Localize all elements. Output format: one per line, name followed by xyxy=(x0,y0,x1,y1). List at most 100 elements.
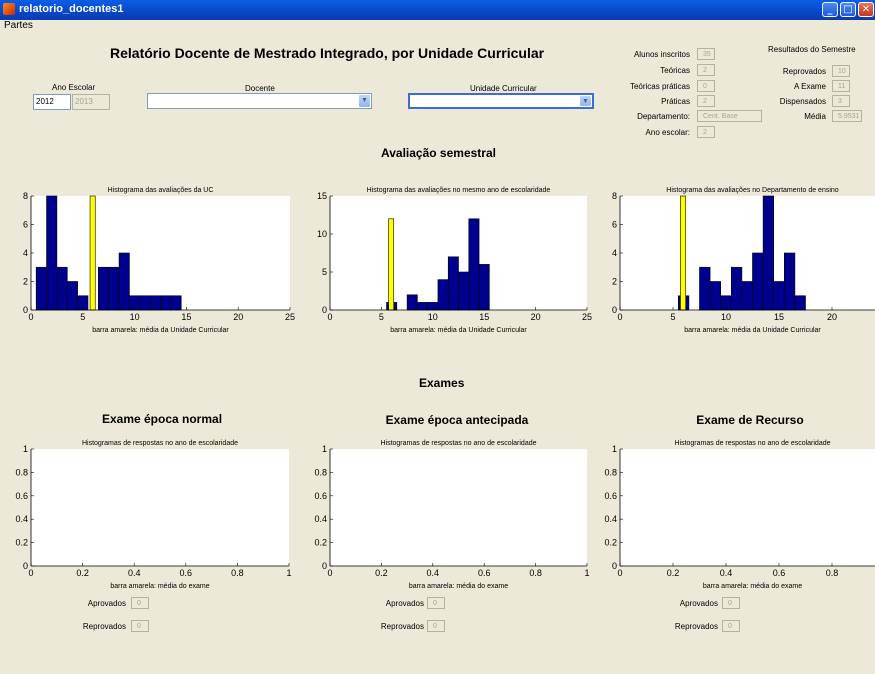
y-tick-label: 10 xyxy=(317,229,327,239)
y-tick-label: 0 xyxy=(322,305,327,315)
x-tick-label: 20 xyxy=(233,312,243,322)
histogram-bar xyxy=(108,266,120,311)
aprovados-label: Aprovados xyxy=(385,599,424,608)
y-tick-label: 0.8 xyxy=(314,467,327,477)
mean-bar xyxy=(89,195,96,311)
y-tick-label: 0 xyxy=(23,305,28,315)
histogram-bar xyxy=(468,218,480,311)
aprovados-label: Aprovados xyxy=(679,599,718,608)
y-tick-label: 1 xyxy=(612,444,617,454)
y-tick-label: 8 xyxy=(612,191,617,201)
x-tick-label: 0 xyxy=(617,568,622,578)
histogram-bar xyxy=(139,295,151,311)
mean-bar xyxy=(388,218,395,311)
x-tick-label: 15 xyxy=(774,312,784,322)
x-axis-label: barra amarela: média da Unidade Curricul… xyxy=(684,327,821,334)
y-tick-label: 0.6 xyxy=(15,491,28,501)
y-tick-label: 1 xyxy=(322,444,327,454)
histogram-bar xyxy=(773,281,785,311)
histogram-bar xyxy=(56,266,68,311)
x-tick-label: 0.6 xyxy=(478,568,491,578)
histogram-exame-antecipada: Histogramas de respostas no ano de escol… xyxy=(314,440,589,590)
histogram-bar xyxy=(149,295,161,311)
x-tick-label: 0.8 xyxy=(529,568,542,578)
histogram-bar xyxy=(699,266,711,311)
x-tick-label: 0.2 xyxy=(375,568,388,578)
x-tick-label: 0.6 xyxy=(180,568,193,578)
chart-title: Histogramas de respostas no ano de escol… xyxy=(82,440,238,447)
x-tick-label: 20 xyxy=(531,312,541,322)
reprovados-label: Reprovados xyxy=(82,622,126,631)
y-tick-label: 0 xyxy=(322,561,327,571)
y-tick-label: 2 xyxy=(612,277,617,287)
y-tick-label: 6 xyxy=(23,220,28,230)
x-tick-label: 5 xyxy=(670,312,675,322)
histogram-bar xyxy=(406,294,418,311)
x-tick-label: 0 xyxy=(327,312,332,322)
histogram-ano-escolaridade: Histograma das avaliações no mesmo ano d… xyxy=(317,187,592,334)
chart-title: Histograma das avaliações no Departament… xyxy=(666,187,838,194)
histogram-uc: Histograma das avaliações da UC0 5 10 15 20 2… xyxy=(23,187,295,334)
y-tick-label: 0 xyxy=(23,561,28,571)
histogram-bar xyxy=(170,295,182,311)
charts-layer: Histograma das avaliações da UC0 5 10 15 20 2… xyxy=(15,187,875,590)
chart-title: Histogramas de respostas no ano de escol… xyxy=(674,440,830,447)
chart-title: Histograma das avaliações da UC xyxy=(108,187,214,194)
histogram-bar xyxy=(118,252,130,311)
y-tick-label: 4 xyxy=(612,248,617,258)
histogram-bar xyxy=(741,281,753,311)
chart-title: Histograma das avaliações no mesmo ano d… xyxy=(367,187,551,194)
x-tick-label: 20 xyxy=(827,312,837,322)
aprovados-value: 0 xyxy=(131,597,149,609)
plot-area xyxy=(31,449,289,566)
x-tick-label: 1 xyxy=(584,568,589,578)
chart-title: Histogramas de respostas no ano de escol… xyxy=(380,440,536,447)
y-tick-label: 0.6 xyxy=(604,491,617,501)
y-tick-label: 2 xyxy=(23,277,28,287)
y-tick-label: 0 xyxy=(612,561,617,571)
reprovados-value: 0 xyxy=(131,620,149,632)
aprovados-label: Aprovados xyxy=(87,599,126,608)
histogram-bar xyxy=(478,264,490,311)
x-tick-label: 0.4 xyxy=(720,568,733,578)
aprovados-value: 0 xyxy=(722,597,740,609)
histogram-bar xyxy=(98,266,109,311)
x-tick-label: 25 xyxy=(582,312,592,322)
x-axis-label: barra amarela: média da Unidade Curricul… xyxy=(390,327,527,334)
reprovados-label: Reprovados xyxy=(380,622,424,631)
x-tick-label: 25 xyxy=(285,312,295,322)
x-axis-label: barra amarela: média da Unidade Curricul… xyxy=(92,327,229,334)
histogram-bar xyxy=(437,279,449,311)
histogram-bar xyxy=(447,256,459,311)
plot-area xyxy=(330,449,587,566)
y-tick-label: 0.4 xyxy=(604,514,617,524)
y-tick-label: 0.2 xyxy=(604,538,617,548)
x-tick-label: 0.2 xyxy=(667,568,680,578)
x-tick-label: 10 xyxy=(130,312,140,322)
y-tick-label: 0.8 xyxy=(604,467,617,477)
reprovados-value: 0 xyxy=(722,620,740,632)
x-axis-label: barra amarela: média do exame xyxy=(409,583,508,590)
x-tick-label: 15 xyxy=(479,312,489,322)
x-tick-label: 10 xyxy=(721,312,731,322)
histogram-bar xyxy=(794,295,806,311)
y-tick-label: 0.6 xyxy=(314,491,327,501)
histogram-bar xyxy=(762,195,774,311)
y-tick-label: 5 xyxy=(322,267,327,277)
y-tick-label: 0 xyxy=(612,305,617,315)
x-tick-label: 0 xyxy=(327,568,332,578)
x-tick-label: 5 xyxy=(379,312,384,322)
x-tick-label: 10 xyxy=(428,312,438,322)
histogram-bar xyxy=(752,252,764,311)
x-tick-label: 0 xyxy=(617,312,622,322)
reprovados-label: Reprovados xyxy=(674,622,718,631)
histogram-bar xyxy=(458,271,470,311)
y-tick-label: 6 xyxy=(612,220,617,230)
x-tick-label: 0.8 xyxy=(826,568,839,578)
plot-area xyxy=(620,449,875,566)
y-tick-label: 0.2 xyxy=(15,538,28,548)
x-axis-label: barra amarela: média do exame xyxy=(110,583,209,590)
y-tick-label: 15 xyxy=(317,191,327,201)
x-tick-label: 0.4 xyxy=(427,568,440,578)
x-tick-label: 0.6 xyxy=(773,568,786,578)
